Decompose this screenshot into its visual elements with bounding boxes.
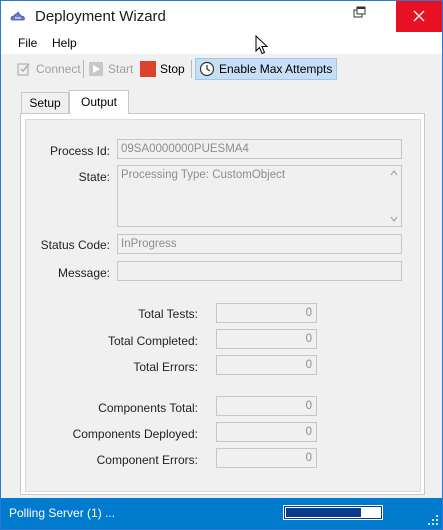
component-errors-label: Component Errors: [96, 453, 198, 467]
components-deployed-label: Components Deployed: [72, 427, 198, 441]
status-code-field[interactable]: InProgress [117, 234, 402, 254]
total-tests-label: Total Tests: [138, 307, 198, 321]
progress-bar [283, 505, 383, 520]
message-label: Message: [57, 266, 110, 280]
components-total-field[interactable]: 0 [216, 396, 317, 416]
app-cloud-icon [10, 11, 25, 21]
tab-output[interactable]: Output [69, 90, 129, 114]
menu-bar: File Help [1, 32, 442, 54]
process-id-field[interactable]: 09SA0000000PUESMA4 [117, 139, 402, 159]
close-button[interactable] [396, 1, 442, 32]
scroll-up-icon[interactable] [390, 170, 398, 176]
state-label: State: [78, 170, 110, 184]
stop-label: Stop [160, 62, 185, 76]
status-bar: Polling Server (1) ... [1, 498, 442, 529]
window-title: Deployment Wizard [35, 8, 166, 25]
components-total-label: Components Total: [98, 401, 198, 415]
process-id-label: Process Id: [49, 144, 110, 158]
state-text: Processing Type: CustomObject [121, 169, 286, 181]
state-textarea[interactable]: Processing Type: CustomObject [117, 165, 402, 227]
total-completed-label: Total Completed: [107, 334, 198, 348]
scroll-down-icon[interactable] [390, 216, 398, 222]
connect-label: Connect [36, 62, 81, 76]
stop-button[interactable]: Stop [140, 58, 185, 80]
component-errors-field[interactable]: 0 [216, 448, 317, 468]
restore-button[interactable] [343, 1, 379, 32]
connect-button[interactable]: Connect [16, 58, 81, 80]
max-attempts-label: Enable Max Attempts [219, 62, 333, 76]
toolbar: Connect Start Stop Enable Max Attempts [1, 54, 442, 84]
total-errors-label: Total Errors: [133, 360, 198, 374]
total-tests-field[interactable]: 0 [216, 303, 317, 323]
mouse-cursor-icon [255, 35, 269, 55]
start-label: Start [108, 62, 134, 76]
resize-grip-icon[interactable] [428, 515, 438, 525]
menu-help[interactable]: Help [52, 36, 77, 50]
tab-setup[interactable]: Setup [21, 92, 69, 113]
total-completed-field[interactable]: 0 [216, 329, 317, 349]
toolbar-divider [191, 60, 192, 78]
message-field[interactable] [117, 261, 402, 281]
progress-fill [286, 508, 361, 517]
enable-max-attempts-button[interactable]: Enable Max Attempts [195, 58, 338, 80]
toolbar-divider [83, 60, 84, 78]
close-icon [413, 10, 425, 22]
restore-icon [353, 6, 366, 18]
menu-file[interactable]: File [18, 36, 37, 50]
title-bar[interactable]: Deployment Wizard [1, 1, 442, 32]
components-deployed-field[interactable]: 0 [216, 422, 317, 442]
deployment-wizard-window: Deployment Wizard File Help Connect Star… [0, 0, 443, 530]
stop-icon [140, 61, 156, 77]
status-text: Polling Server (1) ... [9, 506, 116, 520]
connect-icon [17, 63, 30, 76]
play-icon [89, 62, 103, 76]
total-errors-field[interactable]: 0 [216, 355, 317, 375]
start-button[interactable]: Start [88, 58, 133, 80]
status-code-label: Status Code: [40, 238, 110, 252]
clock-icon [199, 61, 215, 77]
